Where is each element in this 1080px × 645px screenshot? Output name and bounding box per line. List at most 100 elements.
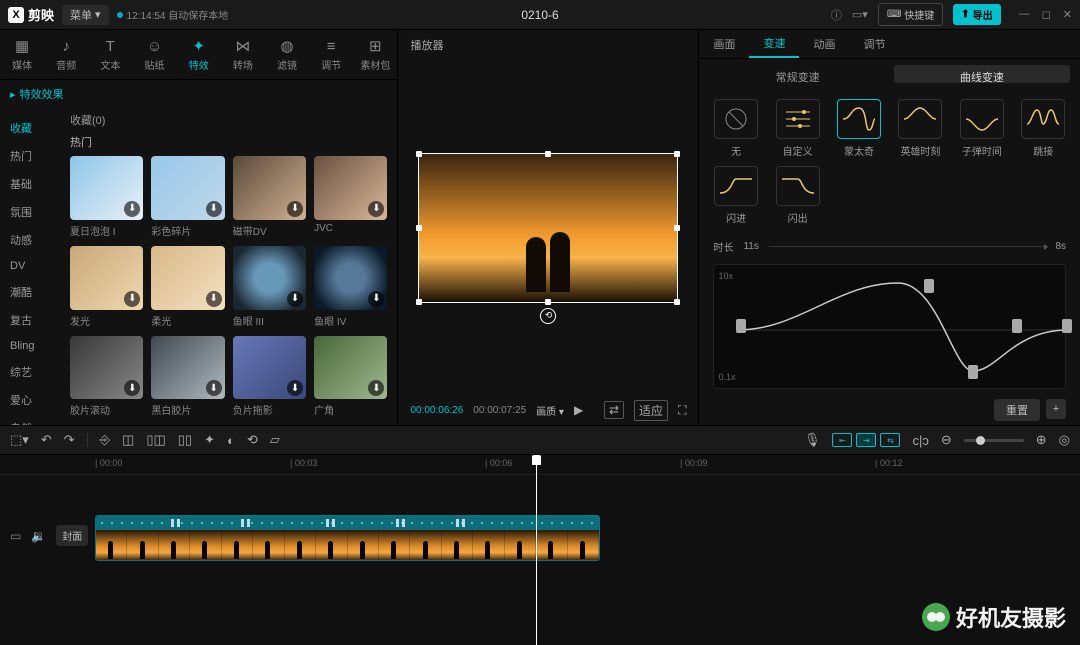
category-综艺[interactable]: 综艺	[0, 358, 60, 386]
effect-item[interactable]: ⬇彩色碎片	[151, 156, 224, 238]
category-热门[interactable]: 热门	[0, 142, 60, 170]
curve-preset-2[interactable]: 蒙太奇	[832, 99, 885, 158]
download-icon[interactable]: ⬇	[287, 380, 303, 396]
zoom-fit-icon[interactable]: ◎	[1059, 432, 1070, 448]
menu-button[interactable]: 菜单 ▾	[62, 5, 109, 25]
curve-preset-5[interactable]: 跳接	[1017, 99, 1070, 158]
curve-point[interactable]	[968, 365, 978, 379]
download-icon[interactable]: ⬇	[287, 201, 303, 217]
category-基础[interactable]: 基础	[0, 170, 60, 198]
curve-preset-0[interactable]: 无	[709, 99, 762, 158]
shortcut-button[interactable]: ⌨ 快捷键	[878, 3, 943, 26]
layout-icon[interactable]: ▭▾	[852, 8, 868, 21]
resize-handle-br[interactable]	[674, 299, 680, 305]
asset-tab-2[interactable]: T文本	[88, 30, 132, 79]
download-icon[interactable]: ⬇	[206, 291, 222, 307]
curve-point[interactable]	[1062, 319, 1072, 333]
effect-item[interactable]: ⬇柔光	[151, 246, 224, 328]
asset-tab-0[interactable]: ▦媒体	[0, 30, 44, 79]
effect-item[interactable]: ⬇JVC	[314, 156, 387, 238]
cover-button[interactable]: 封面	[56, 525, 88, 546]
asset-tab-5[interactable]: ⋈转场	[221, 30, 265, 79]
curve-point[interactable]	[1012, 319, 1022, 333]
download-icon[interactable]: ⬇	[368, 380, 384, 396]
speed-subtab-0[interactable]: 常规变速	[709, 65, 885, 83]
timeline[interactable]: | 00:00| 00:03| 00:06| 00:09| 00:12 ▭ 🔉 …	[0, 455, 1080, 645]
download-icon[interactable]: ⬇	[124, 291, 140, 307]
asset-tab-4[interactable]: ✦特效	[177, 30, 221, 79]
effect-item[interactable]: ⬇发光	[70, 246, 143, 328]
snap-1[interactable]: ⇤	[832, 433, 852, 447]
speed-graph[interactable]: 10x 0.1x	[713, 264, 1066, 389]
compare-icon[interactable]: ⇄	[604, 401, 624, 419]
curve-point[interactable]	[736, 319, 746, 333]
snap-3[interactable]: ⇆	[880, 433, 900, 447]
curve-preset-6[interactable]: 闪进	[709, 166, 762, 225]
crop-icon[interactable]: ▱	[270, 432, 280, 448]
redo-icon[interactable]: ↷	[64, 432, 75, 448]
download-icon[interactable]: ⬇	[124, 201, 140, 217]
reset-button[interactable]: 重置	[994, 399, 1040, 421]
effect-item[interactable]: ⬇胶片滚动	[70, 336, 143, 418]
category-收藏[interactable]: 收藏	[0, 114, 60, 142]
effect-item[interactable]: ⬇鱼眼 III	[233, 246, 306, 328]
effect-item[interactable]: ⬇鱼眼 IV	[314, 246, 387, 328]
delete-right-icon[interactable]: ▯◫	[146, 432, 165, 448]
resize-handle-r[interactable]	[674, 225, 680, 231]
asset-tab-1[interactable]: ♪音频	[44, 30, 88, 79]
resize-handle-tl[interactable]	[416, 151, 422, 157]
maximize-icon[interactable]: ◻	[1042, 8, 1051, 21]
zoom-slider[interactable]	[964, 439, 1024, 442]
curve-box[interactable]	[776, 99, 820, 139]
resize-handle-bl[interactable]	[416, 299, 422, 305]
inspector-tab-动画[interactable]: 动画	[799, 30, 849, 58]
resize-handle-t[interactable]	[545, 151, 551, 157]
ratio-button[interactable]: 适应	[634, 400, 668, 421]
split-icon[interactable]: ⎆	[100, 432, 110, 448]
add-point-button[interactable]: +	[1046, 399, 1066, 419]
curve-box[interactable]	[960, 99, 1004, 139]
curve-preset-1[interactable]: 自定义	[771, 99, 824, 158]
zoom-out-icon[interactable]: ⊖	[941, 432, 952, 448]
download-icon[interactable]: ⬇	[368, 201, 384, 217]
category-氛围[interactable]: 氛围	[0, 198, 60, 226]
curve-box[interactable]	[776, 166, 820, 206]
curve-point[interactable]	[924, 279, 934, 293]
effect-item[interactable]: ⬇负片拖影	[233, 336, 306, 418]
curve-box[interactable]	[1021, 99, 1065, 139]
resize-handle-tr[interactable]	[674, 151, 680, 157]
delete-left-icon[interactable]: ◫	[122, 432, 134, 448]
reverse-icon[interactable]: ◐	[227, 433, 235, 448]
mirror-icon[interactable]: ⟲	[247, 432, 258, 448]
player-viewport[interactable]: ⟲	[398, 60, 698, 395]
effect-item[interactable]: ⬇黑白胶片	[151, 336, 224, 418]
download-icon[interactable]: ⬇	[206, 201, 222, 217]
rotate-handle[interactable]: ⟲	[540, 308, 556, 324]
delete-icon[interactable]: ▯▯	[178, 432, 192, 448]
playhead[interactable]	[536, 455, 537, 645]
minimize-icon[interactable]: —	[1019, 8, 1030, 21]
video-canvas[interactable]: ⟲	[418, 153, 678, 303]
close-icon[interactable]: ✕	[1063, 8, 1072, 21]
speed-subtab-1[interactable]: 曲线变速	[894, 65, 1070, 83]
curve-box[interactable]	[837, 99, 881, 139]
effect-item[interactable]: ⬇夏日泡泡 I	[70, 156, 143, 238]
video-clip[interactable]	[95, 515, 600, 561]
category-自然[interactable]: 自然	[0, 414, 60, 425]
asset-subheader[interactable]: ▸ 特效效果	[0, 80, 397, 108]
zoom-in-icon[interactable]: ⊕	[1036, 432, 1047, 448]
category-Bling[interactable]: Bling	[0, 334, 60, 358]
curve-preset-7[interactable]: 闪出	[771, 166, 824, 225]
download-icon[interactable]: ⬇	[124, 380, 140, 396]
resize-handle-b[interactable]	[545, 299, 551, 305]
asset-tab-6[interactable]: ◍滤镜	[265, 30, 309, 79]
category-DV[interactable]: DV	[0, 254, 60, 278]
snap-2[interactable]: ⇥	[856, 433, 876, 447]
play-icon[interactable]: ▶	[574, 403, 583, 417]
select-tool-icon[interactable]: ⬚▾	[10, 432, 29, 448]
fullscreen-icon[interactable]: ⛶	[678, 403, 686, 418]
asset-tab-3[interactable]: ☺贴纸	[132, 30, 176, 79]
freeze-icon[interactable]: ✦	[204, 432, 215, 448]
curve-preset-4[interactable]: 子弹时间	[955, 99, 1008, 158]
curve-box[interactable]	[898, 99, 942, 139]
